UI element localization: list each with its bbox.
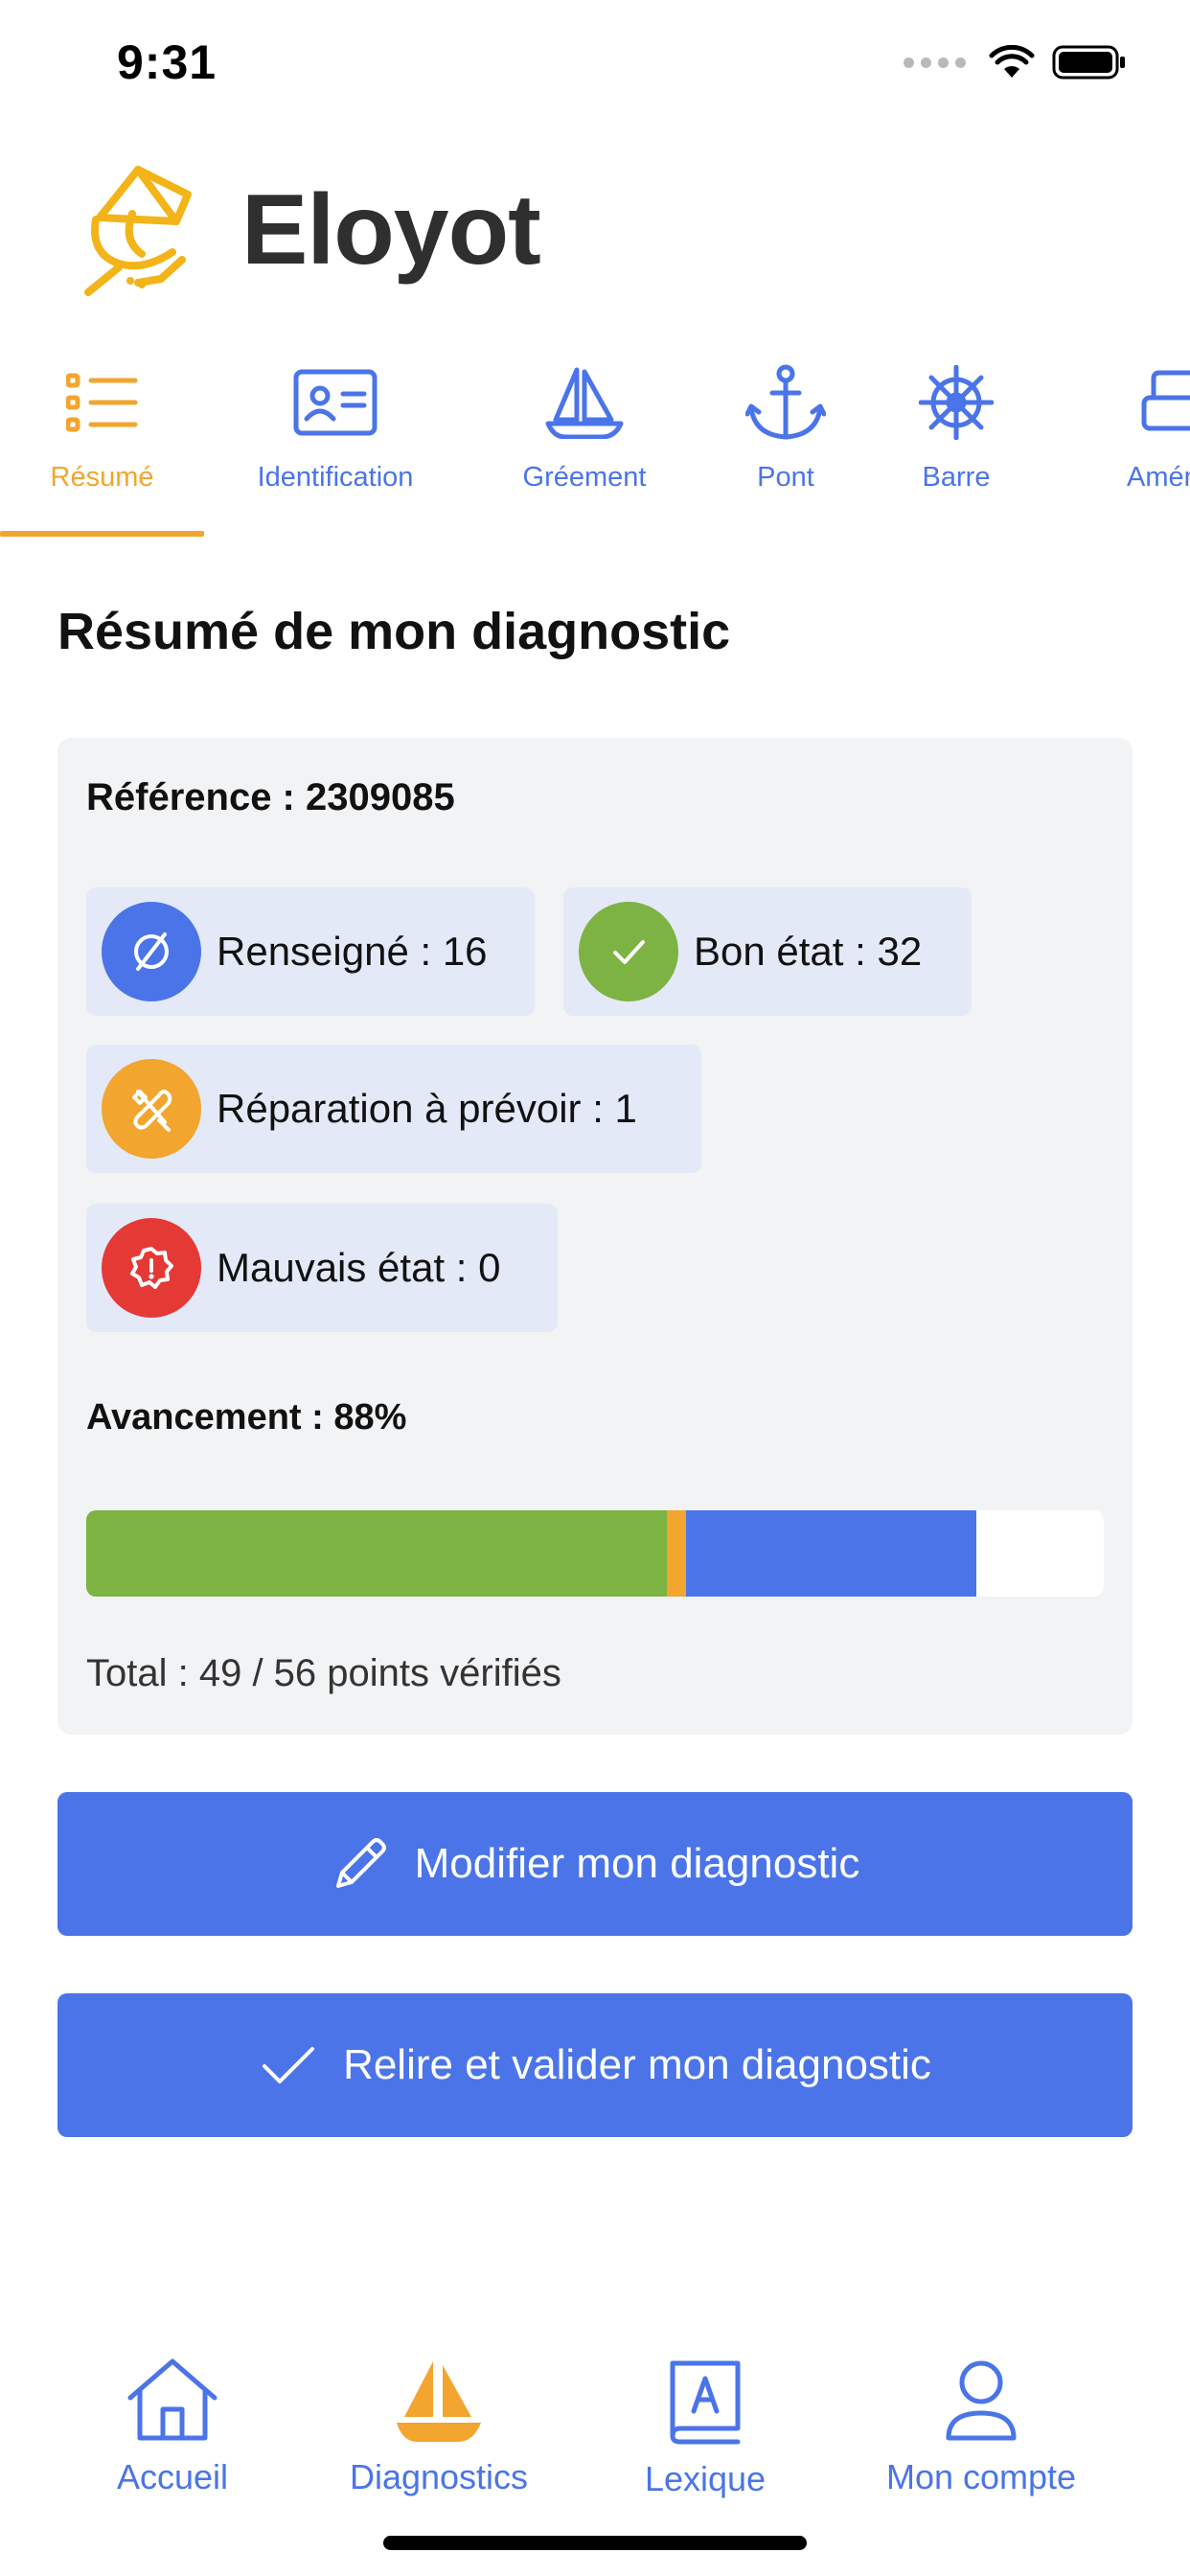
stat-label: Réparation à prévoir : 1 [217,1086,637,1131]
home-indicator [383,2536,807,2550]
app-title: Eloyot [241,173,541,286]
pencil-icon [335,1838,386,1888]
progress-segment-renseigne [685,1510,977,1597]
progress-segment-bon-etat [86,1510,668,1597]
progress-label: Avancement : 88% [86,1397,407,1438]
nav-label: Diagnostics [349,2457,529,2496]
bottom-navigation: Accueil Diagnostics Lexique Mon compte [0,2358,1190,2530]
tab-label: Barre [922,462,991,493]
stat-label: Mauvais état : 0 [217,1245,501,1290]
check-icon [263,2047,315,2083]
active-tab-indicator [0,531,204,537]
stat-mauvais-etat: Mauvais état : 0 [86,1204,558,1332]
furniture-icon [1141,370,1190,431]
dictionary-icon [670,2360,741,2445]
tab-greement[interactable]: Gréement [498,355,671,542]
tools-icon [132,1090,172,1132]
page-title: Résumé de mon diagnostic [57,603,731,660]
tab-label: Résumé [50,462,154,493]
button-label: Relire et valider mon diagnostic [343,2041,931,2088]
tab-label: Aménag [1126,462,1190,493]
tab-amenagement[interactable]: Aménag [1083,355,1190,542]
stat-reparation: Réparation à prévoir : 1 [86,1045,701,1173]
nav-accueil[interactable]: Accueil [48,2358,297,2497]
tab-pont[interactable]: Pont [728,355,843,542]
list-icon [65,373,137,432]
nav-label: Lexique [644,2459,767,2498]
nav-label: Mon compte [885,2457,1077,2496]
stat-label: Bon état : 32 [694,929,923,974]
nav-label: Accueil [116,2457,229,2496]
wifi-icon [989,45,1035,78]
sailboat-icon [545,367,624,439]
check-icon [613,940,645,964]
nav-mon-compte[interactable]: Mon compte [857,2358,1106,2497]
summary-card: Référence : 2309085 Renseigné : 16 Bon é… [57,738,1133,1735]
tab-identification[interactable]: Identification [240,355,431,542]
anchor-icon [745,364,826,440]
stat-label: Renseigné : 16 [217,929,488,974]
sailboat-logo-icon [84,166,192,296]
stat-renseigne: Renseigné : 16 [86,887,535,1016]
validate-diagnostic-button[interactable]: Relire et valider mon diagnostic [57,1993,1133,2137]
progress-segment-reparation [667,1510,686,1597]
tab-bar: Résumé Identification Gréement Pont Barr… [0,355,1190,542]
reference-label: Référence : 2309085 [86,776,455,818]
tab-label: Pont [757,462,814,493]
warning-badge-icon [130,1247,173,1289]
nav-lexique[interactable]: Lexique [581,2358,830,2499]
status-time: 9:31 [117,35,217,89]
tab-barre[interactable]: Barre [901,355,1012,542]
stat-bon-etat: Bon état : 32 [563,887,972,1016]
button-label: Modifier mon diagnostic [414,1840,860,1887]
battery-icon [1052,45,1125,80]
user-icon [946,2360,1017,2441]
tab-resume[interactable]: Résumé [0,355,204,542]
tab-label: Identification [257,462,414,493]
sailboat-filled-icon [397,2361,481,2442]
home-icon [127,2358,217,2441]
not-applicable-icon [134,932,169,971]
nav-diagnostics[interactable]: Diagnostics [314,2358,563,2497]
modify-diagnostic-button[interactable]: Modifier mon diagnostic [57,1792,1133,1936]
progress-bar [86,1510,1104,1597]
status-icons [904,44,1127,80]
helm-wheel-icon [919,365,994,440]
status-bar: 9:31 [0,0,1190,134]
id-card-icon [293,369,378,436]
total-label: Total : 49 / 56 points vérifiés [86,1652,561,1694]
signal-icon [904,57,966,68]
app-header: Eloyot [80,153,541,307]
tab-label: Gréement [522,462,647,493]
